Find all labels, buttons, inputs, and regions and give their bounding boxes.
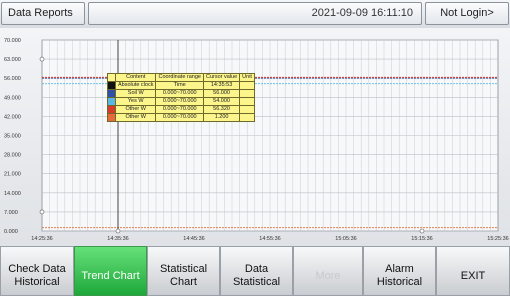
x-tick-label: 15:15:36	[411, 236, 432, 242]
trend-chart-panel: 70.000 63.000 56.000 49.000 42.000 35.000 28.0…	[0, 28, 510, 246]
legend-row[interactable]: Other W 0.000~70.000 56.320	[107, 105, 255, 114]
legend-swatch	[107, 89, 116, 98]
x-tick-label: 14:55:36	[259, 236, 280, 242]
more-button[interactable]: More	[293, 246, 363, 296]
axis-marker	[39, 56, 45, 62]
color-swatch	[108, 82, 115, 89]
legend-unit	[239, 97, 255, 106]
data-statistical-button[interactable]: Data Statistical	[220, 246, 293, 296]
legend-range: 0.000~70.000	[155, 113, 204, 122]
legend-header-row: Content Coordinate range Cursor value Un…	[107, 73, 255, 82]
axis-marker	[419, 228, 425, 234]
trend-chart-button[interactable]: Trend Chart	[74, 246, 147, 296]
legend-content: Other W	[114, 113, 157, 122]
color-swatch	[108, 106, 115, 113]
legend-unit	[239, 105, 255, 114]
y-tick-label: 7.000	[4, 210, 18, 216]
legend-unit	[239, 113, 255, 122]
axis-marker	[39, 209, 45, 215]
statistical-chart-button[interactable]: Statistical Chart	[147, 246, 220, 296]
legend-range: 0.000~70.000	[155, 105, 204, 114]
color-swatch	[108, 114, 115, 121]
legend-content: Yes W	[114, 97, 157, 106]
y-tick-label: 63.000	[4, 57, 21, 63]
y-tick-label: 14.000	[4, 191, 21, 197]
legend-header-swatch	[107, 73, 116, 82]
alarm-historical-button[interactable]: Alarm Historical	[363, 246, 436, 296]
legend-cursor-value: 54.000	[202, 97, 241, 106]
y-tick-label: 28.000	[4, 153, 21, 159]
x-tick-label: 15:25:36	[487, 236, 508, 242]
legend-cursor-value: 56.000	[202, 89, 241, 98]
legend-unit	[239, 81, 255, 90]
legend-row[interactable]: Other W 0.000~70.000 1.200	[107, 113, 255, 122]
legend-unit	[239, 89, 255, 98]
y-tick-label: 56.000	[4, 76, 21, 82]
x-tick-label: 14:45:36	[183, 236, 204, 242]
y-tick-label: 70.000	[4, 38, 21, 44]
legend-range: 0.000~70.000	[155, 97, 204, 106]
legend-content: Other W	[114, 105, 157, 114]
legend-cursor-value: 56.320	[202, 105, 241, 114]
legend-header-range: Coordinate range	[155, 73, 204, 82]
legend-swatch	[107, 105, 116, 114]
cursor-legend-table: Content Coordinate range Cursor value Un…	[107, 73, 255, 122]
y-tick-label: 21.000	[4, 172, 21, 178]
legend-row[interactable]: Soil W 0.000~70.000 56.000	[107, 89, 255, 98]
x-tick-label: 14:25:36	[31, 236, 52, 242]
y-tick-label: 35.000	[4, 134, 21, 140]
datetime-display: 2021-09-09 16:11:10	[88, 2, 422, 25]
y-tick-label: 0.000	[4, 229, 18, 235]
legend-swatch	[107, 113, 116, 122]
legend-range: Time	[155, 81, 204, 90]
legend-range: 0.000~70.000	[155, 89, 204, 98]
legend-row[interactable]: Yes W 0.000~70.000 54.000	[107, 97, 255, 106]
y-tick-label: 49.000	[4, 95, 21, 101]
bottom-button-bar: Check Data Historical Trend Chart Statis…	[0, 246, 510, 296]
axis-marker	[115, 228, 121, 234]
y-tick-label: 42.000	[4, 114, 21, 120]
legend-cursor-value: 1.200	[202, 113, 241, 122]
x-tick-label: 15:05:36	[335, 236, 356, 242]
color-swatch	[108, 98, 115, 105]
legend-swatch	[107, 97, 116, 106]
legend-cursor-value: 14:35:53	[202, 81, 241, 90]
legend-swatch	[107, 81, 116, 90]
title-bar: Data Reports 2021-09-09 16:11:10 Not Log…	[0, 0, 510, 28]
trend-chart[interactable]: 70.000 63.000 56.000 49.000 42.000 35.000 28.0…	[0, 28, 510, 246]
color-swatch	[108, 90, 115, 97]
x-tick-label: 14:35:36	[107, 236, 128, 242]
legend-row[interactable]: Absolute clock Time 14:35:53	[107, 81, 255, 90]
check-data-historical-button[interactable]: Check Data Historical	[0, 246, 74, 296]
legend-content: Soil W	[114, 89, 157, 98]
legend-header-unit: Unit	[239, 73, 255, 82]
page-title: Data Reports	[1, 2, 85, 25]
login-button[interactable]: Not Login>	[425, 2, 509, 25]
legend-header-content: Content	[114, 73, 157, 82]
exit-button[interactable]: EXIT	[436, 246, 510, 296]
legend-header-cursor: Cursor value	[202, 73, 241, 82]
legend-content: Absolute clock	[114, 81, 157, 90]
